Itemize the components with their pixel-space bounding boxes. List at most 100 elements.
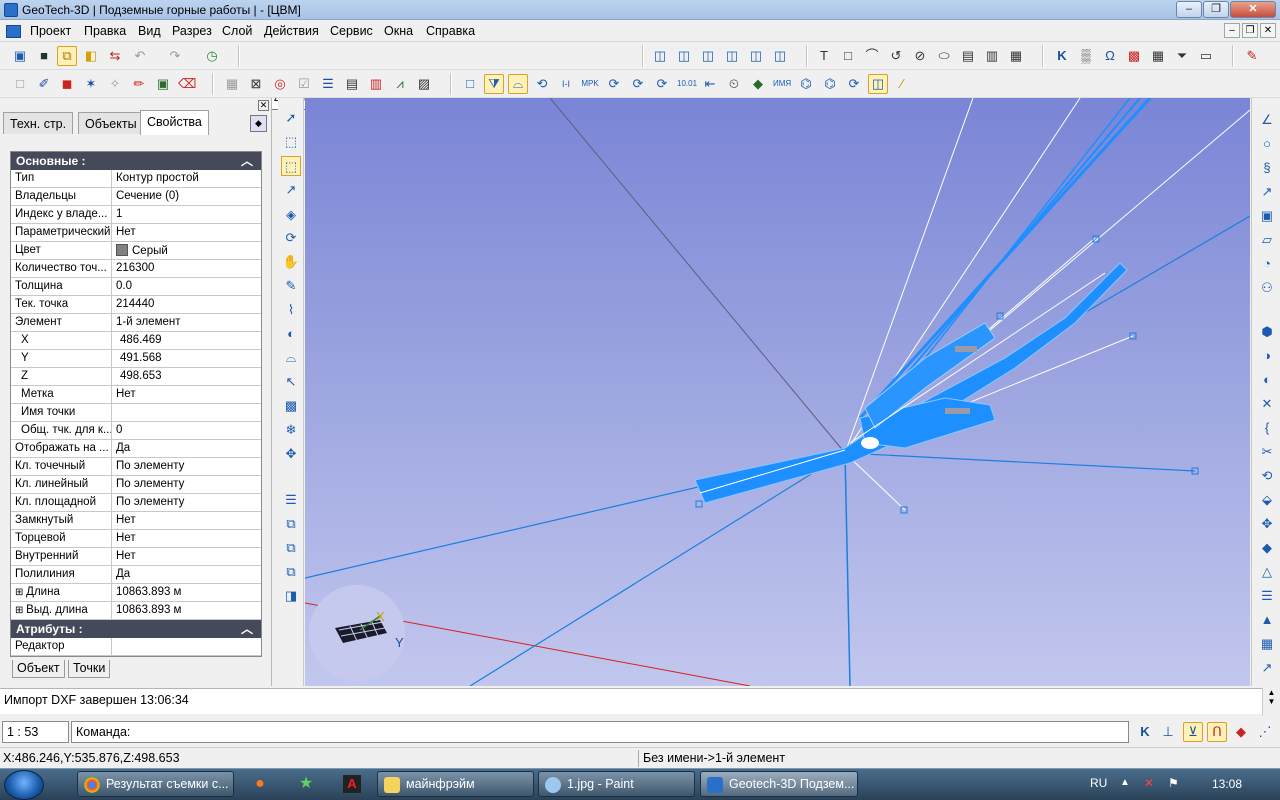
bracket-icon[interactable]: { bbox=[1257, 418, 1277, 438]
k-snap-icon[interactable]: K bbox=[1135, 722, 1155, 742]
eraser-icon[interactable]: ⌫ bbox=[177, 74, 197, 94]
menu-project[interactable]: Проект bbox=[30, 24, 71, 38]
collapse-icon[interactable]: ︿ bbox=[241, 620, 253, 637]
panel-close-icon[interactable]: ✕ bbox=[258, 100, 269, 111]
property-row[interactable]: Кл. площадной По элементу bbox=[11, 494, 261, 512]
pencil-icon[interactable]: ✏ bbox=[129, 74, 149, 94]
property-value[interactable]: По элементу bbox=[112, 476, 261, 493]
menu-actions[interactable]: Действия bbox=[264, 24, 319, 38]
rotate-icon[interactable]: ⟲ bbox=[532, 74, 552, 94]
bars-icon[interactable]: ▥ bbox=[366, 74, 386, 94]
rotate-node-icon[interactable]: ⟳ bbox=[281, 228, 301, 248]
surface-icon[interactable]: ⌓ bbox=[508, 74, 528, 94]
image-tool-icon[interactable]: ▤ bbox=[958, 46, 978, 66]
align-icon[interactable]: ☰ bbox=[1257, 586, 1277, 606]
section-main[interactable]: Основные : ︿ bbox=[11, 152, 261, 170]
property-row[interactable]: Параметрический Нет bbox=[11, 224, 261, 242]
dimension-icon[interactable]: I-I bbox=[556, 74, 576, 94]
property-row[interactable]: Торцевой Нет bbox=[11, 530, 261, 548]
text-tool-icon[interactable]: T bbox=[814, 46, 834, 66]
export-icon[interactable]: ⇆ bbox=[105, 46, 125, 66]
document-icon[interactable] bbox=[6, 25, 21, 38]
property-row[interactable]: Элемент 1-й элемент bbox=[11, 314, 261, 332]
panel-toggle-icon[interactable]: ◆ bbox=[250, 115, 267, 132]
layers-icon[interactable]: ◧ bbox=[81, 46, 101, 66]
star-app-icon[interactable]: ★ bbox=[288, 772, 324, 796]
diamond-icon[interactable]: ◆ bbox=[1231, 722, 1251, 742]
property-value[interactable]: 214440 bbox=[112, 296, 261, 313]
vector-icon[interactable]: ↗ bbox=[1257, 182, 1277, 202]
label-icon[interactable]: ◐ bbox=[281, 324, 301, 344]
flag-icon[interactable]: ⚑ bbox=[1168, 776, 1179, 790]
circle-icon[interactable]: ○ bbox=[1257, 134, 1277, 154]
menu-section[interactable]: Разрез bbox=[172, 24, 212, 38]
property-value[interactable]: Да bbox=[112, 566, 261, 583]
ruler-icon[interactable]: ▭ bbox=[1196, 46, 1216, 66]
property-value[interactable]: 0.0 bbox=[112, 278, 261, 295]
copy-layer-icon[interactable]: ⧉ bbox=[281, 514, 301, 534]
property-row[interactable]: Общ. тчк. для к... 0 bbox=[11, 422, 261, 440]
menu-view[interactable]: Вид bbox=[138, 24, 161, 38]
property-value[interactable]: 10863.893 м bbox=[112, 584, 261, 601]
copy-icon[interactable]: ⧉ bbox=[57, 46, 77, 66]
cycle-2-icon[interactable]: ⟳ bbox=[628, 74, 648, 94]
task-chrome[interactable]: Результат съемки с... bbox=[77, 771, 234, 797]
rectangle-tool-icon[interactable]: □ bbox=[838, 46, 858, 66]
warning-icon[interactable]: △ bbox=[1257, 562, 1277, 582]
pointer-red-icon[interactable]: ↖ bbox=[281, 372, 301, 392]
property-value[interactable]: Нет bbox=[112, 224, 261, 241]
clock[interactable]: 13:08 bbox=[1212, 777, 1242, 791]
perpendicular-icon[interactable]: ⊥ bbox=[1158, 722, 1178, 742]
document-tool-icon[interactable]: ▦ bbox=[1006, 46, 1026, 66]
property-value[interactable] bbox=[112, 404, 261, 421]
network-icon[interactable]: ⌬ bbox=[796, 74, 816, 94]
cube-view-4-icon[interactable]: ◫ bbox=[722, 46, 742, 66]
property-row[interactable]: Имя точки bbox=[11, 404, 261, 422]
task-paint[interactable]: 1.jpg - Paint bbox=[538, 771, 695, 797]
redo-icon[interactable]: ↷ bbox=[165, 46, 185, 66]
rotate-3d-icon[interactable]: ⟲ bbox=[1257, 466, 1277, 486]
color-fill-icon[interactable]: ◆ bbox=[748, 74, 768, 94]
menu-windows[interactable]: Окна bbox=[384, 24, 413, 38]
command-input[interactable]: Команда: bbox=[71, 721, 1129, 743]
attribute-value[interactable] bbox=[112, 638, 261, 655]
cross-icon[interactable]: ✕ bbox=[1257, 394, 1277, 414]
move-icon[interactable]: ✥ bbox=[281, 444, 301, 464]
square-icon[interactable]: □ bbox=[460, 74, 480, 94]
copy-object-icon[interactable]: ▣ bbox=[153, 74, 173, 94]
solid-icon[interactable]: ◼ bbox=[57, 74, 77, 94]
target-icon[interactable]: ◎ bbox=[270, 74, 290, 94]
tab-object[interactable]: Объект bbox=[12, 660, 65, 678]
property-value[interactable]: Сечение (0) bbox=[112, 188, 261, 205]
mdi-minimize-button[interactable]: – bbox=[1224, 23, 1240, 38]
cube-view-2-icon[interactable]: ◫ bbox=[674, 46, 694, 66]
sound-muted-icon[interactable]: ✕ bbox=[1144, 776, 1154, 790]
spiral-icon[interactable]: § bbox=[1257, 158, 1277, 178]
cycle-4-icon[interactable]: ⟳ bbox=[844, 74, 864, 94]
fill-icon[interactable]: ◔ bbox=[1257, 254, 1277, 274]
profile-icon[interactable]: ⩘ bbox=[390, 74, 410, 94]
minimize-button[interactable]: – bbox=[1176, 1, 1202, 18]
app-icon[interactable] bbox=[4, 3, 18, 17]
add-point-icon[interactable]: ◈ bbox=[281, 205, 301, 225]
property-value[interactable]: По элементу bbox=[112, 458, 261, 475]
property-value[interactable]: Нет bbox=[112, 530, 261, 547]
property-row[interactable]: Тип Контур простой bbox=[11, 170, 261, 188]
filter-icon[interactable]: ⏷ bbox=[1172, 46, 1192, 66]
cycle-3-icon[interactable]: ⟳ bbox=[652, 74, 672, 94]
property-value[interactable]: Да bbox=[112, 440, 261, 457]
cube-view-6-icon[interactable]: ◫ bbox=[770, 46, 790, 66]
layers-stack-icon[interactable]: ☰ bbox=[281, 490, 301, 510]
measure-icon[interactable]: ⁄ bbox=[892, 74, 912, 94]
property-value[interactable]: 1 bbox=[112, 206, 261, 223]
check-icon[interactable]: ☑ bbox=[294, 74, 314, 94]
ellipse-tool-icon[interactable]: ⬭ bbox=[934, 46, 954, 66]
collapse-icon[interactable]: ︿ bbox=[241, 152, 253, 169]
tab-properties[interactable]: Свойства bbox=[140, 110, 209, 135]
scale-field[interactable]: 1 : 53 bbox=[2, 721, 69, 743]
select-arrow-icon[interactable]: ➚ bbox=[281, 108, 301, 128]
shade-icon[interactable]: ◑ bbox=[1257, 346, 1277, 366]
acrobat-icon[interactable]: A bbox=[334, 772, 370, 796]
menu-service[interactable]: Сервис bbox=[330, 24, 373, 38]
cube-view-1-icon[interactable]: ◫ bbox=[650, 46, 670, 66]
